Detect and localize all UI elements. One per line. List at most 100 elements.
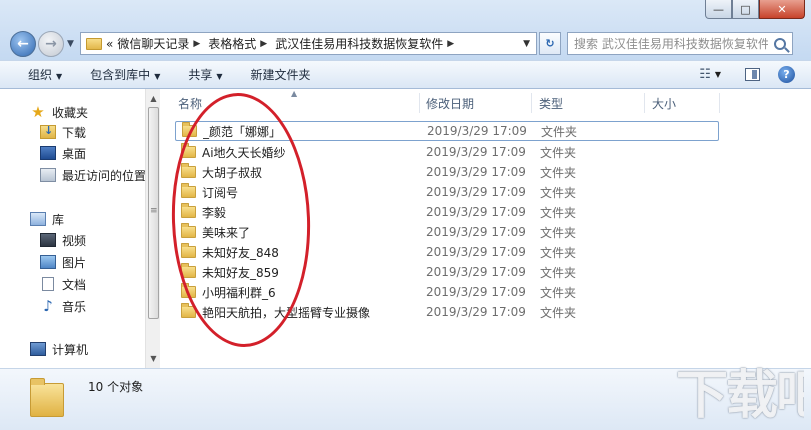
breadcrumb-separator-icon[interactable]: ▶ xyxy=(447,39,454,49)
folder-icon xyxy=(181,143,196,158)
nav-computer-label: 计算机 xyxy=(52,342,89,357)
file-row[interactable]: 小明福利群_6 2019/3/29 17:09 文件夹 xyxy=(175,282,719,302)
file-name: 李毅 xyxy=(202,205,227,220)
column-divider[interactable] xyxy=(719,93,720,113)
address-bar[interactable]: « 微信聊天记录 ▶ 表格格式 ▶ 武汉佳佳易用科技数据恢复软件 ▶ ▼ xyxy=(80,32,537,55)
nav-downloads-label: 下载 xyxy=(62,125,87,140)
share-menu[interactable]: 共享 ▼ xyxy=(188,66,222,83)
chevron-down-icon: ▼ xyxy=(154,72,161,81)
breadcrumb-overflow[interactable]: « xyxy=(106,37,113,51)
folder-icon xyxy=(181,303,196,318)
nav-computer[interactable]: 计算机 xyxy=(30,339,88,359)
breadcrumb-wechat[interactable]: 微信聊天记录 xyxy=(117,35,189,52)
file-row[interactable]: 大胡子叔叔 2019/3/29 17:09 文件夹 xyxy=(175,162,719,182)
file-row[interactable]: _颜范「娜娜」 2019/3/29 17:09 文件夹 xyxy=(175,121,719,141)
breadcrumb-table-format[interactable]: 表格格式 xyxy=(208,35,256,52)
file-name: 大胡子叔叔 xyxy=(202,165,263,180)
nav-music[interactable]: ♪ 音乐 xyxy=(40,296,86,316)
file-date: 2019/3/29 17:09 xyxy=(426,285,526,299)
file-row[interactable]: 未知好友_848 2019/3/29 17:09 文件夹 xyxy=(175,242,719,262)
file-type: 文件夹 xyxy=(540,205,577,220)
file-type: 文件夹 xyxy=(540,305,577,320)
document-library-icon xyxy=(42,277,54,291)
nav-videos[interactable]: 视频 xyxy=(40,230,86,250)
breadcrumb-separator-icon[interactable]: ▶ xyxy=(193,39,200,49)
nav-desktop[interactable]: 桌面 xyxy=(40,143,86,163)
search-icon[interactable] xyxy=(774,37,786,50)
new-folder-button[interactable]: 新建文件夹 xyxy=(251,66,311,83)
help-icon[interactable]: ? xyxy=(778,66,795,83)
navigation-scrollbar[interactable]: ▲ ▼ xyxy=(145,89,160,368)
file-name: 艳阳天航拍，大型摇臂专业摄像 xyxy=(202,305,371,320)
command-toolbar: 组织 ▼ 包含到库中 ▼ 共享 ▼ 新建文件夹 ☷ ▼ ? xyxy=(0,60,811,89)
file-type: 文件夹 xyxy=(541,124,578,139)
preview-pane-icon[interactable] xyxy=(745,68,760,81)
folder-icon xyxy=(181,283,196,298)
column-header-date[interactable]: 修改日期 xyxy=(426,93,474,113)
nav-recent-label: 最近访问的位置 xyxy=(62,168,147,183)
navigation-buttons: ← → ▼ xyxy=(10,30,74,58)
navigation-pane: ★ 收藏夹 下载 桌面 最近访问的位置 库 视频 图片 文档 ♪ 音乐 计算机 xyxy=(0,89,160,368)
column-header-size[interactable]: 大小 xyxy=(652,93,676,113)
nav-recent-places[interactable]: 最近访问的位置 xyxy=(40,165,146,185)
file-row[interactable]: 艳阳天航拍，大型摇臂专业摄像 2019/3/29 17:09 文件夹 xyxy=(175,302,719,322)
file-date: 2019/3/29 17:09 xyxy=(426,185,526,199)
file-date: 2019/3/29 17:09 xyxy=(426,165,526,179)
sort-ascending-icon: ▲ xyxy=(291,89,298,98)
maximize-button[interactable]: □ xyxy=(732,0,759,19)
scroll-down-icon[interactable]: ▼ xyxy=(146,351,161,366)
column-divider[interactable] xyxy=(419,93,420,113)
nav-downloads[interactable]: 下载 xyxy=(40,122,86,142)
include-library-label: 包含到库中 xyxy=(90,68,151,82)
nav-documents[interactable]: 文档 xyxy=(40,274,86,294)
folder-icon xyxy=(181,183,196,198)
column-header-name[interactable]: 名称 xyxy=(178,93,202,113)
nav-pictures[interactable]: 图片 xyxy=(40,252,86,272)
column-header-type[interactable]: 类型 xyxy=(539,93,563,113)
nav-libraries[interactable]: 库 xyxy=(30,209,64,229)
address-dropdown-icon[interactable]: ▼ xyxy=(523,39,530,49)
chevron-down-icon: ▼ xyxy=(56,72,63,81)
search-input[interactable]: 搜索 武汉佳佳易用科技数据恢复软件 xyxy=(567,32,793,55)
folder-icon xyxy=(182,122,197,137)
refresh-icon: ↻ xyxy=(545,37,555,50)
recent-pages-dropdown[interactable]: ▼ xyxy=(67,39,74,49)
picture-library-icon xyxy=(40,255,56,269)
nav-documents-label: 文档 xyxy=(62,277,87,292)
folder-icon xyxy=(181,263,196,278)
column-divider[interactable] xyxy=(531,93,532,113)
folder-icon xyxy=(86,37,102,50)
include-in-library-menu[interactable]: 包含到库中 ▼ xyxy=(90,66,160,83)
organize-menu[interactable]: 组织 ▼ xyxy=(28,66,62,83)
forward-button[interactable]: → xyxy=(38,31,64,57)
file-date: 2019/3/29 17:09 xyxy=(426,145,526,159)
file-date: 2019/3/29 17:09 xyxy=(426,205,526,219)
back-arrow-icon: ← xyxy=(17,36,29,52)
folder-icon xyxy=(181,243,196,258)
search-placeholder: 搜索 武汉佳佳易用科技数据恢复软件 xyxy=(574,37,768,51)
file-row[interactable]: Ai地久天长婚纱 2019/3/29 17:09 文件夹 xyxy=(175,142,719,162)
refresh-button[interactable]: ↻ xyxy=(539,32,561,55)
column-divider[interactable] xyxy=(644,93,645,113)
file-row[interactable]: 美味来了 2019/3/29 17:09 文件夹 xyxy=(175,222,719,242)
file-row[interactable]: 订阅号 2019/3/29 17:09 文件夹 xyxy=(175,182,719,202)
back-button[interactable]: ← xyxy=(10,31,36,57)
file-name: 未知好友_859 xyxy=(202,265,279,280)
scrollbar-thumb[interactable] xyxy=(148,107,159,319)
nav-favorites-label: 收藏夹 xyxy=(52,105,89,120)
file-row[interactable]: 李毅 2019/3/29 17:09 文件夹 xyxy=(175,202,719,222)
file-row[interactable]: 未知好友_859 2019/3/29 17:09 文件夹 xyxy=(175,262,719,282)
recent-places-icon xyxy=(40,168,56,182)
breadcrumb-separator-icon[interactable]: ▶ xyxy=(260,39,267,49)
nav-favorites[interactable]: ★ 收藏夹 xyxy=(30,102,88,122)
file-name: 美味来了 xyxy=(202,225,251,240)
view-dropdown-icon[interactable]: ▼ xyxy=(715,70,721,79)
breadcrumb-current-folder[interactable]: 武汉佳佳易用科技数据恢复软件 xyxy=(275,35,443,52)
file-list: ▲ 名称 修改日期 类型 大小 _颜范「娜娜」 2019/3/29 17:09 … xyxy=(161,89,811,368)
desktop-icon xyxy=(40,146,56,160)
nav-music-label: 音乐 xyxy=(62,299,87,314)
view-options-icon[interactable]: ☷ xyxy=(699,67,711,82)
minimize-button[interactable]: — xyxy=(705,0,732,19)
close-button[interactable]: ✕ xyxy=(759,0,805,19)
scroll-up-icon[interactable]: ▲ xyxy=(146,91,161,106)
